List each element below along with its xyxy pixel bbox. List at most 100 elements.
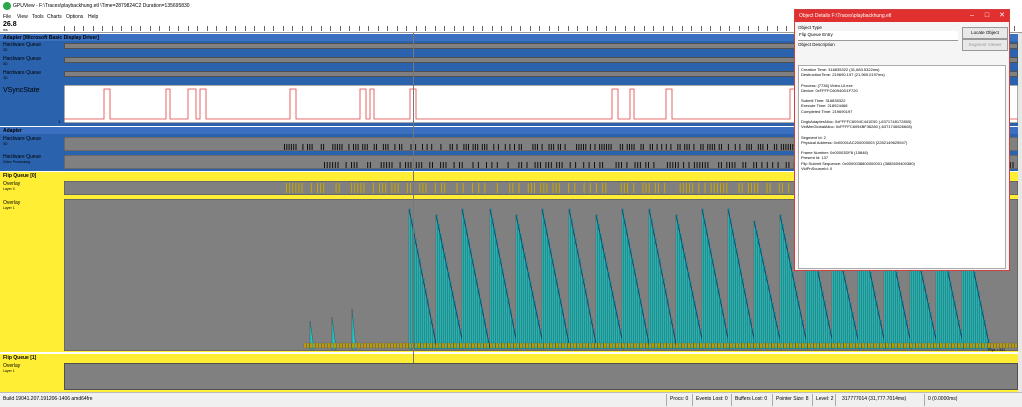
event-mark xyxy=(580,144,582,150)
flip-entry-block xyxy=(459,342,463,349)
dialog-title-bar[interactable]: Object Details F:\Traces\playbackhung.et… xyxy=(795,10,1009,22)
event-mark xyxy=(677,144,679,150)
flip-entry-block xyxy=(414,342,418,349)
flip-entry-block xyxy=(951,342,955,349)
flip-queue-bar xyxy=(731,228,734,350)
menu-tools[interactable]: Tools xyxy=(32,14,44,20)
vertical-scrollbar[interactable] xyxy=(1018,33,1022,392)
flip-queue-bar xyxy=(609,281,612,350)
flip-entry-block xyxy=(744,342,748,349)
event-mark xyxy=(341,144,343,150)
close-icon[interactable]: ✕ xyxy=(995,10,1009,22)
ruler-tick xyxy=(235,26,236,31)
flip-queue-bar xyxy=(656,248,659,350)
flip-queue-bar xyxy=(627,238,630,350)
object-type-field[interactable]: Flip Queue Entry xyxy=(798,31,958,41)
event-mark xyxy=(583,144,584,150)
flip-entry-block xyxy=(465,342,469,349)
ruler-tick xyxy=(634,26,635,31)
event-mark xyxy=(288,144,290,150)
segment-viewer-button[interactable]: Segment Viewer xyxy=(962,39,1008,51)
flip-entry-block xyxy=(309,342,313,349)
object-details-dialog: Object Details F:\Traces\playbackhung.et… xyxy=(794,9,1010,271)
event-mark xyxy=(326,162,328,168)
app-icon xyxy=(3,2,11,10)
event-mark xyxy=(509,144,511,150)
flip-entry-block xyxy=(663,342,667,349)
event-mark xyxy=(710,183,712,193)
event-mark xyxy=(405,162,406,168)
time-cursor[interactable] xyxy=(413,33,414,363)
event-mark xyxy=(693,162,695,168)
flip-queue-bar xyxy=(635,278,638,350)
event-mark xyxy=(734,144,736,150)
flip-queue-0-title[interactable]: Flip Queue [0] xyxy=(3,173,36,179)
ruler-tick xyxy=(757,26,759,31)
flip-entry-block xyxy=(345,342,349,349)
event-mark xyxy=(540,162,541,168)
flip-queue-bar xyxy=(755,230,758,350)
menu-view[interactable]: View xyxy=(17,14,28,20)
flip-entry-block xyxy=(705,342,709,349)
menu-options[interactable]: Options xyxy=(66,14,83,20)
event-mark xyxy=(415,162,417,168)
event-mark xyxy=(357,183,359,193)
flip-queue-bar xyxy=(625,228,628,350)
flip-queue-bar xyxy=(664,288,667,350)
status-level: Level: 2 xyxy=(816,396,834,402)
event-mark xyxy=(782,183,783,193)
event-mark xyxy=(459,162,460,168)
menu-file[interactable]: File xyxy=(3,14,11,20)
ruler-tick xyxy=(121,26,122,31)
event-mark xyxy=(351,162,352,168)
event-mark xyxy=(756,162,757,168)
event-mark xyxy=(654,183,656,193)
event-mark xyxy=(520,144,522,150)
flip-entry-block xyxy=(453,342,457,349)
locate-object-button[interactable]: Locate Object xyxy=(962,27,1008,39)
event-mark xyxy=(353,144,354,150)
maximize-icon[interactable]: □ xyxy=(980,10,994,22)
flip-entry-block xyxy=(585,342,589,349)
event-mark xyxy=(634,162,636,168)
flip-queue-bar xyxy=(975,281,978,350)
object-description-text[interactable]: Creation Time: 316835322 (31,683.5322ms)… xyxy=(798,65,1006,269)
event-mark xyxy=(772,162,774,168)
event-mark xyxy=(720,162,722,168)
overlay-layer1-lane[interactable] xyxy=(64,363,1018,390)
ruler-tick xyxy=(73,26,75,31)
ruler-tick xyxy=(273,26,274,31)
ruler-tick xyxy=(149,26,151,31)
event-mark xyxy=(645,183,647,193)
flip-entry-block xyxy=(699,342,703,349)
event-mark xyxy=(619,144,621,150)
flip-queue-bar xyxy=(650,218,653,350)
flip-entry-block xyxy=(579,342,583,349)
minimize-icon[interactable]: – xyxy=(965,10,979,22)
flip-queue-bar xyxy=(947,272,950,350)
flip-entry-block xyxy=(639,342,643,349)
flip-entry-block xyxy=(510,342,514,349)
flip-queue-bar xyxy=(735,248,738,350)
event-mark xyxy=(620,183,622,193)
event-mark xyxy=(399,144,400,150)
menu-charts[interactable]: Charts xyxy=(47,14,62,20)
flip-queue-bar xyxy=(437,224,440,350)
event-mark xyxy=(726,162,728,168)
flip-queue-bar xyxy=(737,258,740,350)
flip-entry-block xyxy=(531,342,535,349)
flip-queue-bar xyxy=(465,228,468,350)
flip-queue-bar xyxy=(765,275,768,350)
menu-help[interactable]: Help xyxy=(88,14,98,20)
ruler-tick xyxy=(368,26,369,31)
event-mark xyxy=(351,183,353,193)
event-mark xyxy=(504,144,506,150)
flip-entry-block xyxy=(597,342,601,349)
flip-queue-bar xyxy=(660,268,663,350)
flip-queue-1-title[interactable]: Flip Queue [1] xyxy=(3,355,36,361)
flip-entry-block xyxy=(552,342,556,349)
ruler-tick xyxy=(339,26,341,31)
flip-entry-block xyxy=(492,342,496,349)
event-mark xyxy=(541,144,543,150)
event-mark xyxy=(707,144,709,150)
